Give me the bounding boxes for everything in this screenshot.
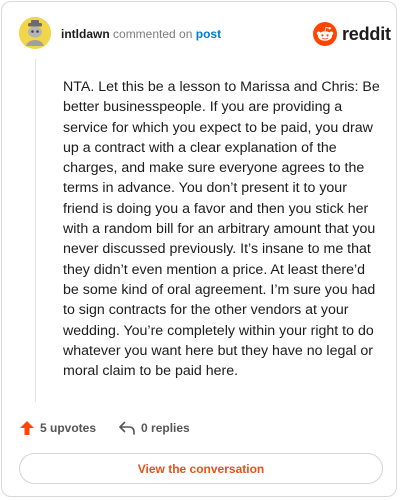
reply-arrow-icon <box>119 421 135 435</box>
reddit-wordmark: reddit <box>342 23 391 44</box>
avatar-icon <box>19 17 51 49</box>
upvotes-label: 5 upvotes <box>40 421 97 435</box>
comment-actions: 5 upvotes 0 replies <box>19 418 190 438</box>
replies-label: 0 replies <box>141 421 190 435</box>
username-link[interactable]: intldawn <box>61 27 110 41</box>
comment-body: NTA. Let this be a lesson to Marissa and… <box>63 79 380 380</box>
upvotes-count[interactable]: 5 upvotes <box>19 420 96 436</box>
avatar[interactable] <box>19 17 51 49</box>
view-conversation-button[interactable]: View the conversation <box>19 453 383 484</box>
post-link[interactable]: post <box>196 27 221 41</box>
reddit-snoo-icon <box>313 22 337 46</box>
commented-on-text: commented on <box>113 27 193 41</box>
thread-line <box>35 59 36 402</box>
comment-header: intldawn commented on post <box>61 27 221 41</box>
upvote-arrow-icon <box>20 421 34 435</box>
reddit-brand-link[interactable]: reddit <box>313 22 391 46</box>
replies-count[interactable]: 0 replies <box>118 420 190 436</box>
comment-embed-card: intldawn commented on post reddit NTA. L… <box>1 1 397 497</box>
